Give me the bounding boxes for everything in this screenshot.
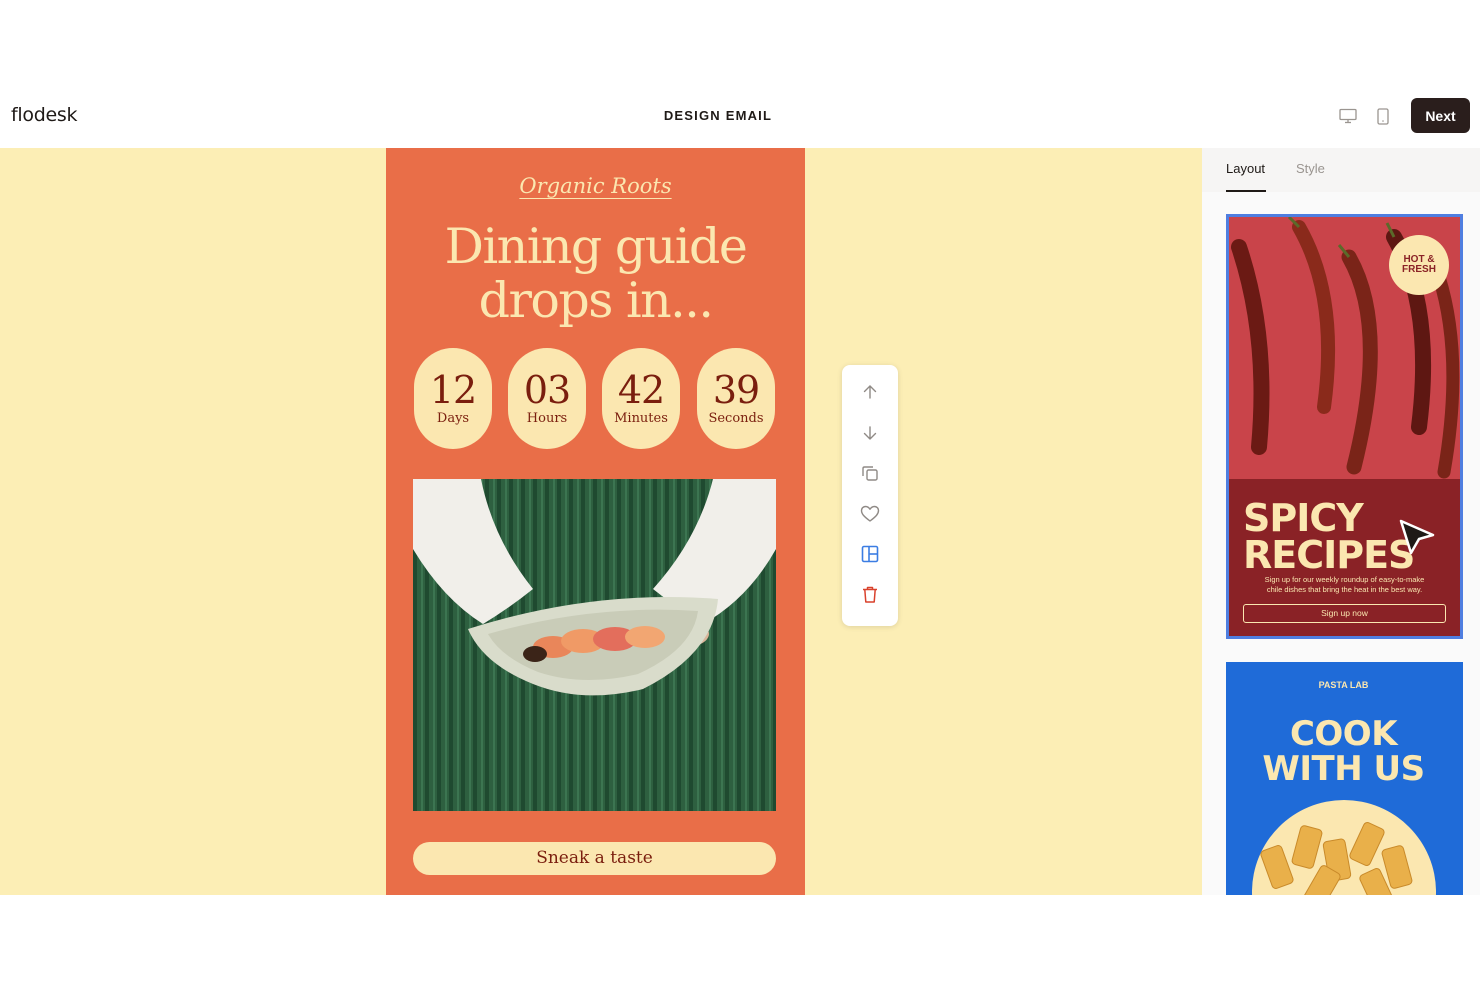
arrow-up-icon[interactable] [858,380,882,404]
cook-with-us-title: COOK WITH US [1226,717,1461,787]
countdown-timer[interactable]: 12 Days 03 Hours 42 Minutes 39 Seconds [414,348,776,449]
editor-canvas: Organic Roots Dining guide drops in... 1… [0,148,1202,895]
sneak-a-taste-button[interactable]: Sneak a taste [413,842,776,875]
heart-icon[interactable] [858,502,882,526]
template-card-spicy-recipes[interactable]: HOT & FRESH SPICY RECIPES Sign up for ou… [1226,214,1463,639]
sushi-plate-photo[interactable] [413,479,776,811]
right-panel: Layout Style HOT & FRESH SPICY RECIPES S… [1202,148,1480,895]
countdown-days: 12 Days [414,348,492,449]
headline-line-2: drops in... [478,272,714,329]
page-title: DESIGN EMAIL [663,108,773,123]
body-line-2: chile dishes that bring the heat in the … [1266,585,1423,594]
countdown-label: Minutes [614,411,668,426]
desktop-monitor-icon[interactable] [1337,106,1359,126]
countdown-label: Hours [526,411,568,426]
spicy-recipes-body: Sign up for our weekly roundup of easy-t… [1239,575,1450,595]
countdown-value: 03 [523,368,571,412]
pasta-lab-kicker: PASTA LAB [1318,680,1369,690]
panel-tabs: Layout Style [1202,148,1480,192]
countdown-value: 12 [429,368,477,412]
title-line-2: WITH US [1262,749,1425,789]
template-card-cook-with-us[interactable]: PASTA LAB COOK WITH US [1226,662,1463,895]
email-preview[interactable]: Organic Roots Dining guide drops in... 1… [386,148,805,895]
countdown-label: Seconds [708,411,764,426]
active-tab-indicator [1226,190,1266,192]
block-toolbar [842,365,898,626]
spicy-recipes-title: SPICY RECIPES [1243,496,1415,577]
title-line-1: COOK [1289,714,1398,754]
countdown-hours: 03 Hours [508,348,586,449]
hot-and-fresh-badge: HOT & FRESH [1389,255,1449,275]
countdown-value: 42 [617,368,665,412]
mobile-phone-icon[interactable] [1372,106,1394,126]
countdown-minutes: 42 Minutes [602,348,680,449]
headline-line-1: Dining guide [444,218,748,275]
countdown-label: Days [436,411,470,426]
sign-up-now-button: Sign up now [1243,604,1446,623]
next-button[interactable]: Next [1411,98,1470,133]
pasta-photo [1252,800,1436,895]
layout-icon[interactable] [858,542,882,566]
countdown-seconds: 39 Seconds [697,348,775,449]
trash-icon[interactable] [858,582,882,606]
arrow-down-icon[interactable] [858,421,882,445]
duplicate-icon[interactable] [858,461,882,485]
badge-line-2: FRESH [1402,264,1436,275]
brand-script-logo: Organic Roots [519,174,672,198]
cursor-pointer-icon [1399,519,1435,555]
countdown-value: 39 [712,368,760,412]
title-line-2: RECIPES [1243,533,1415,577]
body-line-1: Sign up for our weekly roundup of easy-t… [1264,575,1425,584]
tab-layout[interactable]: Layout [1226,161,1265,176]
email-headline[interactable]: Dining guide drops in... [386,220,805,328]
tab-style[interactable]: Style [1296,161,1325,176]
top-bar: flodesk DESIGN EMAIL Next [0,82,1480,148]
title-line-1: SPICY [1243,496,1364,540]
